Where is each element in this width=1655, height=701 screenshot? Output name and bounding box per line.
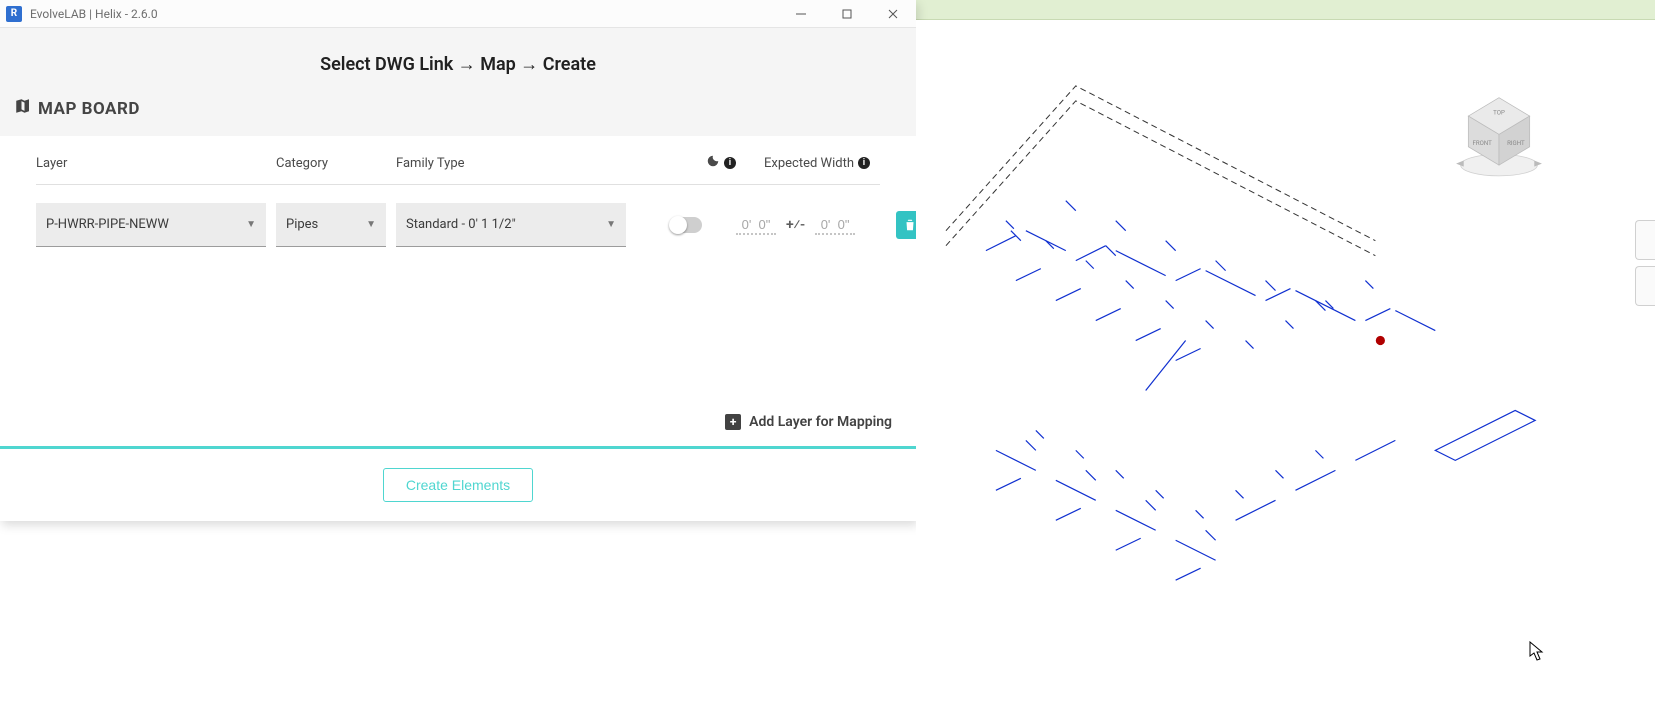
width-cell: +⁄- — [736, 216, 896, 235]
right-dock-tools — [1635, 220, 1655, 306]
minimize-button[interactable] — [778, 0, 824, 28]
svg-text:TOP: TOP — [1493, 110, 1505, 117]
add-layer-label: Add Layer for Mapping — [749, 414, 892, 430]
column-headers: Layer Category Family Type i Expected Wi… — [0, 144, 916, 184]
width-max-input[interactable] — [815, 216, 855, 235]
helix-dialog: R EvolveLAB | Helix - 2.6.0 Select DWG L… — [0, 0, 916, 521]
plus-icon: + — [725, 414, 741, 430]
chevron-down-icon: ▼ — [366, 219, 376, 230]
app-icon: R — [6, 6, 22, 22]
create-label: Create Elements — [406, 477, 510, 493]
section-title-text: MAP BOARD — [38, 99, 140, 119]
close-button[interactable] — [870, 0, 916, 28]
dock-tool-2[interactable] — [1635, 266, 1655, 306]
section-title: MAP BOARD — [0, 93, 916, 136]
chevron-down-icon: ▼ — [246, 219, 256, 230]
category-select[interactable]: Pipes ▼ — [276, 203, 386, 247]
cursor-icon — [1529, 641, 1545, 661]
viewport-3d[interactable]: TOP FRONT RIGHT — [916, 20, 1655, 701]
col-family: Family Type — [396, 156, 636, 171]
host-app-ribbon — [916, 0, 1655, 20]
svg-text:FRONT: FRONT — [1472, 140, 1492, 147]
window-title: EvolveLAB | Helix - 2.6.0 — [30, 7, 778, 21]
info-icon[interactable]: i — [858, 157, 870, 169]
family-select[interactable]: Standard - 0' 1 1/2" ▼ — [396, 203, 626, 247]
offset-toggle[interactable] — [670, 217, 702, 233]
info-icon[interactable]: i — [724, 157, 736, 169]
table-row: P-HWRR-PIPE-NEWW ▼ Pipes ▼ Standard - 0'… — [0, 185, 916, 247]
view-cube[interactable]: TOP FRONT RIGHT — [1453, 90, 1545, 182]
maximize-button[interactable] — [824, 0, 870, 28]
chevron-down-icon: ▼ — [606, 219, 616, 230]
add-layer-button[interactable]: + Add Layer for Mapping — [725, 414, 892, 430]
family-value: Standard - 0' 1 1/2" — [406, 217, 516, 232]
moon-icon — [706, 154, 720, 172]
map-board: Layer Category Family Type i Expected Wi… — [0, 136, 916, 446]
width-min-input[interactable] — [736, 216, 776, 235]
col-category: Category — [276, 156, 396, 171]
dialog-footer: Create Elements — [0, 449, 916, 521]
dock-tool-1[interactable] — [1635, 220, 1655, 260]
layer-value: P-HWRR-PIPE-NEWW — [46, 217, 169, 232]
col-layer: Layer — [36, 156, 276, 171]
category-value: Pipes — [286, 217, 318, 232]
step-header: Select DWG Link → Map → Create — [0, 28, 916, 93]
col-width: Expected Width — [764, 156, 854, 171]
create-elements-button[interactable]: Create Elements — [383, 468, 533, 502]
svg-text:RIGHT: RIGHT — [1507, 140, 1525, 147]
plus-minus-icon: +⁄- — [786, 217, 805, 233]
map-icon — [14, 97, 32, 120]
titlebar[interactable]: R EvolveLAB | Helix - 2.6.0 — [0, 0, 916, 28]
layer-select[interactable]: P-HWRR-PIPE-NEWW ▼ — [36, 203, 266, 247]
